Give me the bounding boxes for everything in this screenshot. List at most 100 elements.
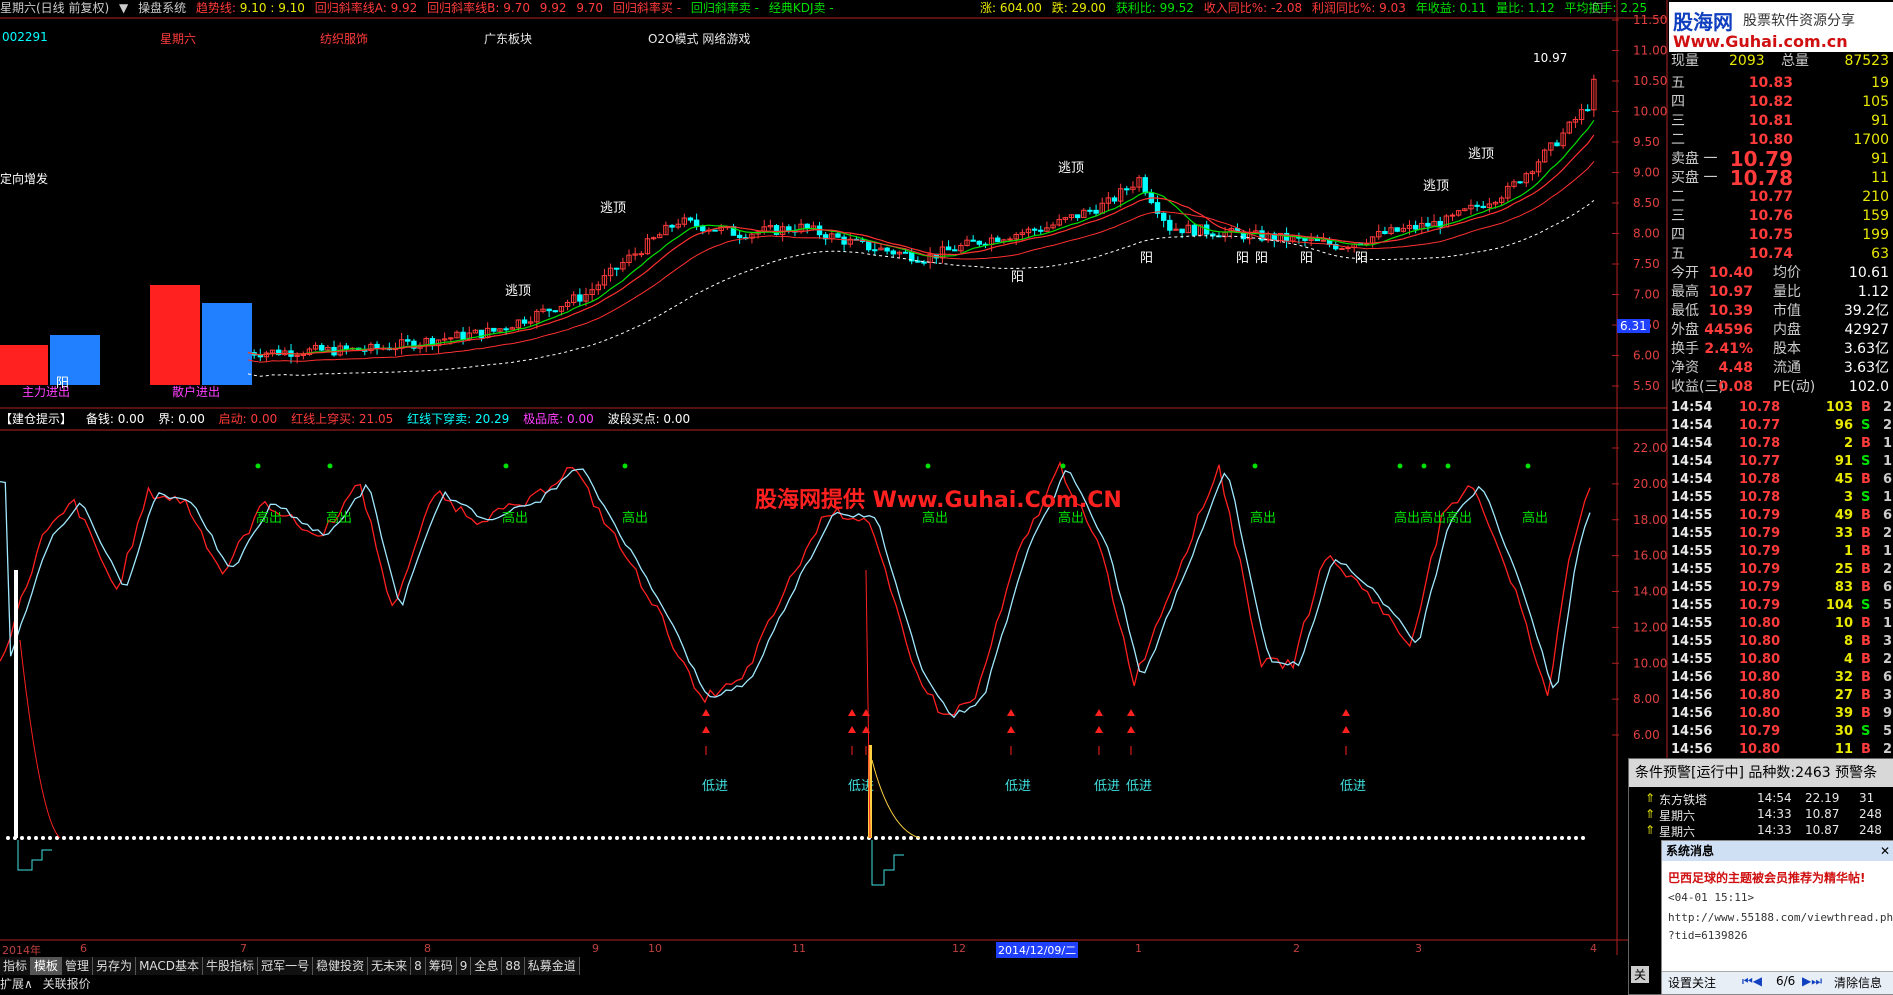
stat-value: 10.39 — [1708, 303, 1753, 319]
gaochu-label: 高出 — [1394, 510, 1420, 526]
alert-close-button[interactable]: 关 — [1631, 966, 1650, 983]
sysmsg-url2[interactable]: ?tid=6139826 — [1668, 929, 1747, 942]
label: 总量 — [1781, 53, 1809, 69]
tick-time: 14:55 — [1671, 580, 1713, 595]
baseline-dot — [1511, 836, 1515, 840]
x-tick: 12 — [952, 942, 966, 955]
bottom-row2: 扩展∧ 关联报价 — [0, 975, 97, 993]
baseline-dot — [20, 836, 24, 840]
ask-level[interactable]: 三 10.81 91 — [1669, 112, 1893, 131]
follow-settings-button[interactable]: 设置关注 — [1668, 974, 1716, 991]
chevron-down-icon[interactable]: ▼ — [119, 1, 128, 15]
tab-chouma[interactable]: 筹码 — [426, 957, 457, 975]
baseline-dot — [951, 836, 955, 840]
candle-body — [884, 247, 890, 252]
baseline-dot — [720, 836, 724, 840]
baseline-dot — [545, 836, 549, 840]
tab-macd[interactable]: MACD基本 — [136, 957, 204, 975]
bid-level[interactable]: 五 10.74 63 — [1669, 245, 1893, 264]
alert-stock: 星期六 — [1659, 809, 1696, 823]
tick-price: 10.79 — [1739, 724, 1781, 739]
tab-9[interactable]: 9 — [457, 957, 472, 975]
tab-niugu[interactable]: 牛股指标 — [203, 957, 259, 975]
candle-body — [1038, 229, 1044, 232]
alert-stock: 星期六 — [1659, 825, 1696, 839]
warning-icon: ⇑ — [1645, 807, 1656, 821]
close-icon[interactable]: ✕ — [1880, 841, 1890, 861]
candle-body — [687, 217, 694, 221]
related-quote-button[interactable]: 关联报价 — [43, 977, 91, 991]
baseline-dot — [461, 836, 465, 840]
last-page-icon[interactable]: ▶⏭ — [1802, 974, 1822, 989]
baseline-dot — [1406, 836, 1410, 840]
tab-wenjian[interactable]: 稳健投资 — [313, 957, 369, 975]
baseline-dot — [804, 836, 808, 840]
tab-saveas[interactable]: 另存为 — [93, 957, 137, 975]
ma-line-dotted — [247, 200, 1595, 377]
tab-8[interactable]: 8 — [411, 957, 426, 975]
tick-volume: 3 — [1843, 490, 1853, 505]
candle-body — [1480, 205, 1486, 208]
tab-quanxi[interactable]: 全息 — [471, 957, 503, 975]
first-page-icon[interactable]: ⏮◀ — [1742, 974, 1762, 989]
baseline-dot — [1168, 836, 1172, 840]
baseline-dot — [433, 836, 437, 840]
bid-level[interactable]: 四 10.75 199 — [1669, 226, 1893, 245]
tick-volume: 10 — [1834, 616, 1853, 631]
tab-guanjun[interactable]: 冠军一号 — [258, 957, 314, 975]
site-logo: 股海网 股票软件资源分享 Www.Guhai.com.cn — [1669, 2, 1893, 52]
candle-body — [952, 249, 958, 252]
tick-row: 14:54 10.77 96 S 2 — [1669, 417, 1893, 435]
baseline-dot — [426, 836, 430, 840]
baseline-dot — [636, 836, 640, 840]
candle-body — [970, 239, 976, 242]
alert-row[interactable]: ⇑ 星期六 14:33 10.87 248 — [1645, 823, 1885, 839]
expand-button[interactable]: 扩展∧ — [0, 977, 33, 991]
tab-88[interactable]: 88 — [502, 957, 525, 975]
window-control-icon[interactable]: □ — [1592, 0, 1603, 14]
baseline-dot — [272, 836, 276, 840]
sysmsg-url1[interactable]: http://www.55188.com/viewthread.php — [1668, 911, 1893, 924]
baseline-dot — [1119, 836, 1123, 840]
baseline-dot — [979, 836, 983, 840]
baseline-dot — [608, 836, 612, 840]
baseline-dot — [300, 836, 304, 840]
baseline-dot — [174, 836, 178, 840]
baseline-dot — [1399, 836, 1403, 840]
dijin-label: 低进 — [1094, 779, 1120, 794]
bid-level[interactable]: 买盘 一 10.78 11 — [1669, 168, 1893, 188]
candle-body — [1517, 181, 1523, 184]
tick-direction: B — [1861, 580, 1871, 595]
tick-row: 14:54 10.77 91 S 1 — [1669, 453, 1893, 471]
ask-level[interactable]: 五 10.83 19 — [1669, 74, 1893, 93]
baseline-dot — [223, 836, 227, 840]
baseline-dot — [370, 836, 374, 840]
tick-count: 2 — [1883, 652, 1893, 667]
clear-messages-button[interactable]: 清除信息 — [1834, 974, 1882, 991]
candle-body — [343, 345, 350, 350]
baseline-dot — [1532, 836, 1536, 840]
tab-indicator[interactable]: 指标 — [0, 957, 32, 975]
tab-wuweilai[interactable]: 无未来 — [368, 957, 412, 975]
bid-level[interactable]: 三 10.76 159 — [1669, 207, 1893, 226]
tick-time: 14:56 — [1671, 724, 1713, 739]
alert-row[interactable]: ⇑ 星期六 14:33 10.87 248 — [1645, 807, 1885, 823]
sysmsg-headline[interactable]: 巴西足球的主题被会员推荐为精华帖! — [1668, 869, 1865, 886]
tab-template[interactable]: 模板 — [31, 957, 63, 975]
tab-simu[interactable]: 私募金道 — [525, 957, 580, 975]
ask-level[interactable]: 四 10.82 105 — [1669, 93, 1893, 112]
baseline-dot — [692, 836, 696, 840]
tick-count: 1 — [1883, 544, 1893, 559]
baseline-dot — [69, 836, 73, 840]
bid-level[interactable]: 二 10.77 210 — [1669, 188, 1893, 207]
baseline-dot — [6, 836, 10, 840]
up-arrow-icon — [702, 726, 710, 733]
alert-row[interactable]: ⇑ 东方铁塔 14:54 22.19 31 — [1645, 791, 1885, 807]
tick-volume: 4 — [1843, 652, 1853, 667]
baseline-dot — [671, 836, 675, 840]
tab-manage[interactable]: 管理 — [62, 957, 94, 975]
baseline-dot — [1161, 836, 1165, 840]
baseline-dot — [1301, 836, 1305, 840]
x-tick: 10 — [648, 942, 662, 955]
tick-row: 14:54 10.78 103 B 2 — [1669, 399, 1893, 417]
